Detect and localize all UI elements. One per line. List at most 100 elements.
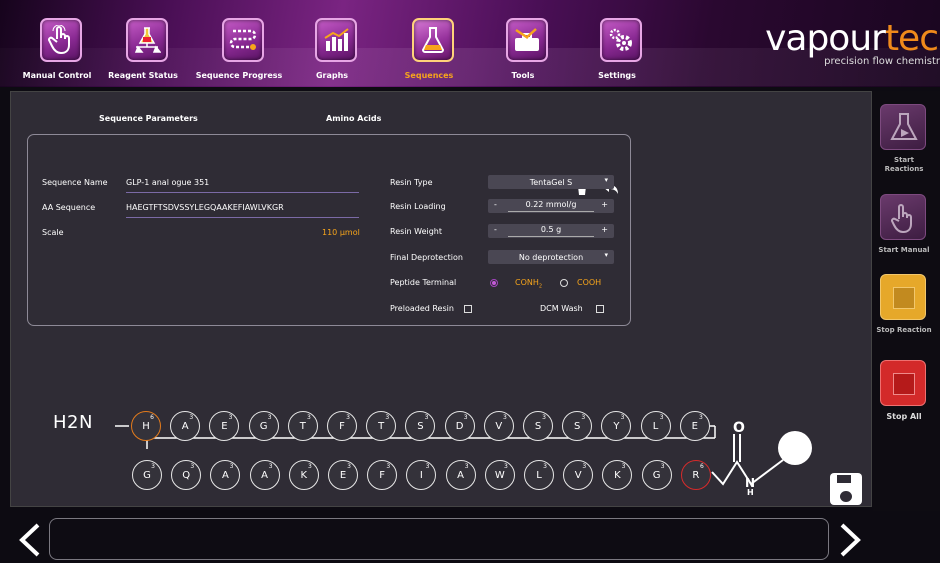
amino-acid-bead[interactable]: A3	[445, 460, 476, 490]
amino-acid-letter: E	[221, 420, 228, 432]
amino-acid-bead[interactable]: Q3	[171, 460, 202, 490]
amino-acid-letter: G	[259, 420, 268, 432]
amino-acid-letter: R	[692, 469, 700, 481]
brand-tagline: precision flow chemistr	[824, 56, 940, 67]
amino-acid-letter: H	[142, 420, 150, 432]
amino-acid-bead[interactable]: K3	[288, 460, 319, 490]
amino-acid-bead[interactable]: S3	[562, 411, 593, 441]
amino-acid-bead[interactable]: G3	[248, 411, 279, 441]
amino-acid-bead[interactable]: F3	[327, 411, 357, 441]
amino-acid-bead[interactable]: R6	[680, 460, 711, 490]
amino-acid-equivalents: 3	[543, 463, 547, 470]
amino-acid-letter: A	[457, 469, 465, 481]
amino-acid-equivalents: 3	[502, 414, 507, 421]
toolbar-tools-button[interactable]: Tools	[478, 18, 568, 88]
amino-acid-letter: A	[221, 469, 229, 481]
amino-acid-equivalents: 6	[699, 463, 704, 470]
amino-acid-bead[interactable]: F3	[367, 460, 398, 490]
amino-acid-letter: D	[455, 420, 464, 432]
amino-acid-equivalents: 3	[347, 463, 351, 470]
amino-acid-equivalents: 3	[621, 463, 626, 470]
toolbar-sequences-button[interactable]: Sequences	[384, 18, 474, 88]
amino-acid-equivalents: 3	[425, 463, 430, 470]
chain-connectors	[115, 425, 812, 486]
amino-acid-equivalents: 3	[151, 463, 155, 470]
toolbar-manual-control-button[interactable]: Manual Control	[12, 18, 102, 88]
amino-acid-equivalents: 3	[229, 463, 234, 470]
start-manual-button[interactable]: Start Manual	[878, 194, 930, 254]
amino-acid-letter: L	[652, 420, 659, 432]
amino-acid-equivalents: 3	[386, 463, 391, 470]
toolbar-graphs-button[interactable]: Graphs	[287, 18, 377, 88]
amino-acid-bead[interactable]: D3	[444, 411, 475, 441]
toolbar-label: Tools	[511, 71, 535, 80]
hand-touch-icon	[40, 18, 82, 62]
amino-acid-bead[interactable]: E3	[679, 411, 710, 441]
amino-acid-equivalents: 6	[150, 414, 154, 421]
toolbar-sequence-progress-button[interactable]: Sequence Progress	[194, 18, 284, 88]
toolbar-label: Manual Control	[22, 71, 92, 80]
amino-acid-bead[interactable]: V3	[483, 411, 514, 441]
amino-acid-equivalents: 3	[620, 414, 625, 421]
toolbar-label: Reagent Status	[108, 71, 178, 80]
amino-acid-bead[interactable]: G3	[641, 460, 672, 490]
amino-acid-letter: V	[495, 420, 503, 432]
amino-acid-letter: G	[143, 469, 151, 481]
save-icon[interactable]	[830, 473, 862, 505]
amino-acid-letter: S	[534, 420, 542, 432]
amino-acid-bead[interactable]: V3	[563, 460, 594, 490]
toolbar-reagent-status-button[interactable]: Reagent Status	[98, 18, 188, 88]
stop-square-icon	[893, 287, 915, 309]
amino-acid-equivalents: 3	[189, 414, 194, 421]
save-icon-slot	[837, 475, 851, 483]
brand-wordmark: vapourtec	[710, 20, 940, 58]
amino-acid-letter: A	[261, 469, 269, 481]
amino-acid-letter: G	[652, 469, 661, 481]
toolbar-settings-button[interactable]: Settings	[572, 18, 662, 88]
amino-acid-bead[interactable]: L3	[524, 460, 554, 490]
amino-acid-bead[interactable]: W3	[484, 460, 515, 490]
chevron-left-icon[interactable]	[18, 523, 42, 557]
amino-acid-bead[interactable]: T3	[366, 411, 397, 441]
amino-acid-bead[interactable]: G3	[132, 460, 162, 490]
message-box	[49, 518, 829, 560]
stop-reaction-button[interactable]: Stop Reaction	[876, 274, 932, 334]
amino-acid-equivalents: 3	[385, 414, 390, 421]
amino-acid-letter: L	[536, 469, 542, 481]
amino-acid-equivalents: 3	[660, 463, 665, 470]
amino-acid-bead[interactable]: E3	[328, 460, 358, 490]
start-manual-label: Start Manual	[878, 246, 930, 254]
amino-acid-equivalents: 3	[306, 414, 311, 421]
amino-acid-letter: I	[419, 469, 423, 481]
amino-acid-equivalents: 3	[582, 463, 587, 470]
amino-acid-bead[interactable]: A3	[249, 460, 280, 490]
amino-acid-letter: T	[299, 420, 306, 432]
toolbar-label: Graphs	[315, 71, 349, 80]
sequence-editor-panel: Sequence Parameters Amino Acids Sequence…	[10, 91, 872, 507]
start-reactions-button[interactable]: Start Reactions	[880, 104, 926, 173]
stop-all-button[interactable]: Stop All	[880, 360, 926, 421]
amino-acid-equivalents: 3	[228, 414, 233, 421]
brand-wordmark-accent: vapour	[765, 18, 886, 59]
amino-acid-bead[interactable]: H6	[131, 411, 161, 441]
amino-acid-equivalents: 3	[190, 463, 195, 470]
amino-acid-equivalents: 3	[542, 414, 546, 421]
amino-acid-letter: K	[614, 469, 621, 481]
amino-acid-letter: S	[417, 420, 424, 432]
c-terminus-hydrogen: H	[747, 488, 754, 497]
amino-acid-equivalents: 3	[424, 414, 429, 421]
amino-acid-letter: K	[300, 469, 308, 481]
amino-acid-bead[interactable]: T3	[287, 411, 318, 441]
amino-acid-bead[interactable]: S3	[523, 411, 553, 441]
reaction-control-panel: Start Reactions Start Manual Stop Reacti…	[873, 91, 940, 511]
stop-all-label: Stop All	[886, 412, 922, 421]
amino-acid-equivalents: 3	[268, 463, 273, 470]
chevron-right-icon[interactable]	[838, 523, 862, 557]
amino-acid-bead[interactable]: A3	[170, 411, 201, 441]
amino-acid-letter: V	[574, 469, 582, 481]
flask-play-icon	[890, 113, 918, 140]
amino-acid-letter: F	[379, 469, 386, 481]
amino-acid-bead[interactable]: L3	[640, 411, 671, 441]
amino-acid-equivalents: 3	[581, 414, 586, 421]
start-reactions-label: Start Reactions	[884, 156, 924, 173]
